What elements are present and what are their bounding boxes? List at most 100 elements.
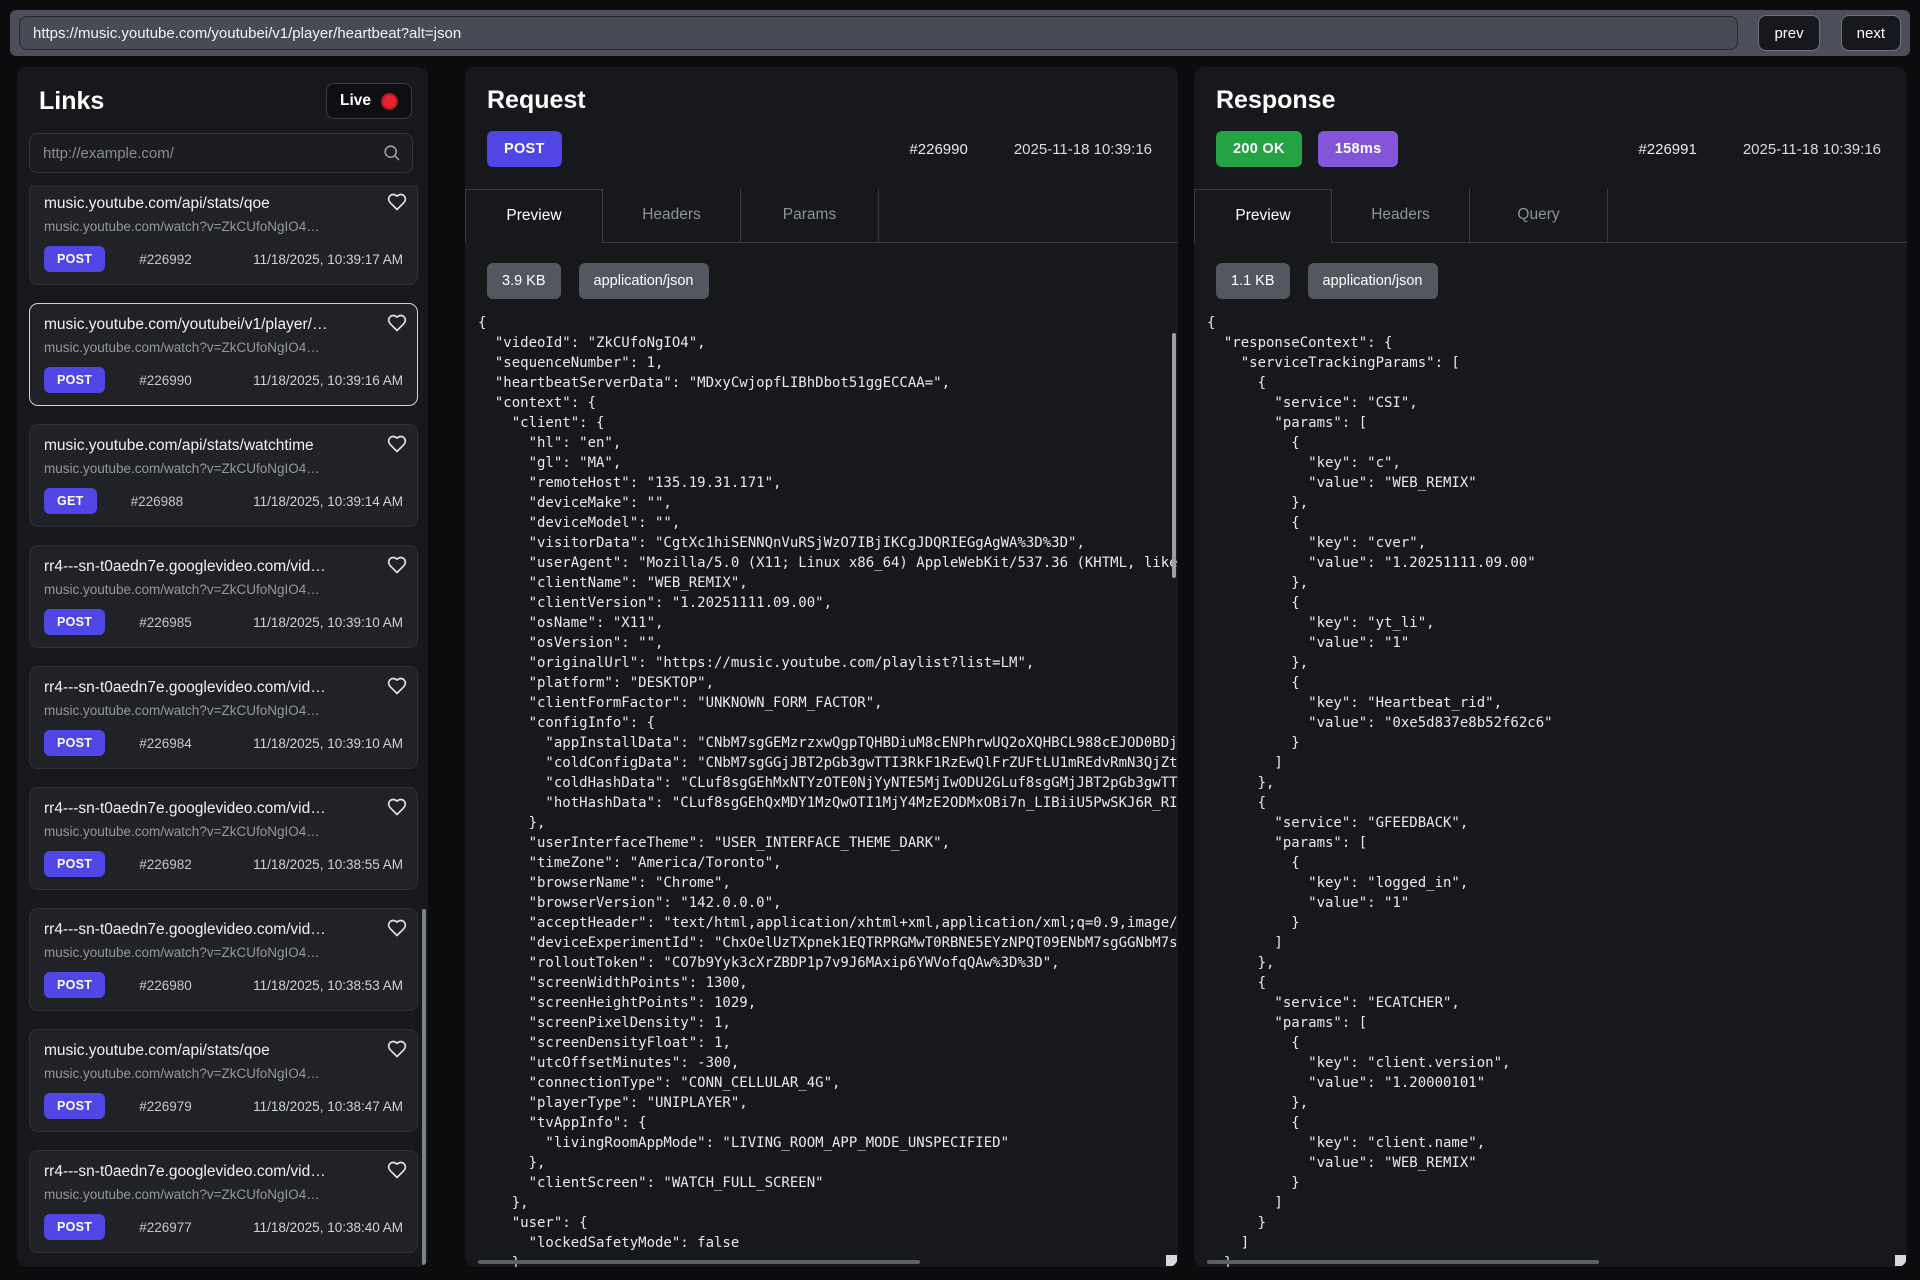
request-tabs: Preview Headers Params — [465, 189, 1178, 243]
method-badge: POST — [44, 609, 105, 635]
response-tab-query[interactable]: Query — [1470, 189, 1608, 242]
scrollbar-corner — [1166, 1255, 1177, 1266]
links-search-input[interactable] — [29, 133, 413, 173]
list-item-time: 11/18/2025, 10:39:10 AM — [253, 615, 405, 630]
heart-icon[interactable] — [387, 434, 407, 454]
request-content-type-badge: application/json — [579, 263, 709, 299]
list-item-id: #226984 — [139, 736, 192, 751]
list-item[interactable]: music.youtube.com/api/stats/qoe music.yo… — [29, 1029, 418, 1132]
list-item-selected[interactable]: music.youtube.com/youtubei/v1/player/… m… — [29, 303, 418, 406]
method-badge: POST — [44, 1214, 105, 1240]
list-item[interactable]: music.youtube.com/api/stats/watchtime mu… — [29, 424, 418, 527]
list-item-time: 11/18/2025, 10:38:40 AM — [253, 1220, 405, 1235]
method-badge: POST — [44, 851, 105, 877]
list-item-referrer: music.youtube.com/watch?v=ZkCUfoNgIO4… — [44, 944, 405, 961]
list-item[interactable]: rr4---sn-t0aedn7e.googlevideo.com/vid… m… — [29, 908, 418, 1011]
response-panel: Response 200 OK 158ms #226991 2025-11-18… — [1194, 67, 1907, 1267]
response-tab-headers[interactable]: Headers — [1332, 189, 1470, 242]
url-input[interactable] — [19, 16, 1738, 50]
heart-icon[interactable] — [387, 918, 407, 938]
response-duration-badge: 158ms — [1318, 131, 1399, 167]
request-body-json[interactable]: { "videoId": "ZkCUfoNgIO4", "sequenceNum… — [465, 309, 1178, 1267]
list-item-id: #226982 — [139, 857, 192, 872]
list-item-id: #226979 — [139, 1099, 192, 1114]
list-item-referrer: music.youtube.com/watch?v=ZkCUfoNgIO4… — [44, 581, 405, 598]
response-id: #226991 — [1638, 141, 1696, 158]
request-horizontal-scrollbar[interactable] — [478, 1260, 920, 1264]
list-item-referrer: music.youtube.com/watch?v=ZkCUfoNgIO4… — [44, 1065, 405, 1082]
response-content-type-badge: application/json — [1308, 263, 1438, 299]
links-panel: Links Live music.youtube.com/api/stats/q… — [17, 67, 428, 1267]
list-item-time: 11/18/2025, 10:38:53 AM — [253, 978, 405, 993]
list-item-referrer: music.youtube.com/watch?v=ZkCUfoNgIO4… — [44, 1186, 405, 1203]
heart-icon[interactable] — [387, 192, 407, 212]
method-badge: GET — [44, 488, 97, 514]
address-bar: prev next — [10, 10, 1910, 56]
response-horizontal-scrollbar[interactable] — [1207, 1260, 1599, 1264]
list-item-id: #226988 — [131, 494, 184, 509]
method-badge: POST — [44, 367, 105, 393]
list-item-referrer: music.youtube.com/watch?v=ZkCUfoNgIO4… — [44, 823, 405, 840]
list-item-id: #226990 — [139, 373, 192, 388]
list-item-url: rr4---sn-t0aedn7e.googlevideo.com/vid… — [44, 678, 405, 697]
list-item-url: rr4---sn-t0aedn7e.googlevideo.com/vid… — [44, 1162, 405, 1181]
method-badge: POST — [44, 1093, 105, 1119]
list-item-referrer: music.youtube.com/watch?v=ZkCUfoNgIO4… — [44, 460, 405, 477]
list-item-time: 11/18/2025, 10:39:10 AM — [253, 736, 405, 751]
list-item-referrer: music.youtube.com/watch?v=ZkCUfoNgIO4… — [44, 218, 405, 235]
main-content: Links Live music.youtube.com/api/stats/q… — [17, 67, 1907, 1267]
list-item-id: #226985 — [139, 615, 192, 630]
list-item[interactable]: rr4---sn-t0aedn7e.googlevideo.com/vid… m… — [29, 1150, 418, 1253]
request-size-badge: 3.9 KB — [487, 263, 561, 299]
list-item-url: rr4---sn-t0aedn7e.googlevideo.com/vid… — [44, 799, 405, 818]
list-item-id: #226980 — [139, 978, 192, 993]
response-tab-preview[interactable]: Preview — [1194, 189, 1332, 243]
request-timestamp: 2025-11-18 10:39:16 — [1014, 141, 1152, 158]
heart-icon[interactable] — [387, 1160, 407, 1180]
response-timestamp: 2025-11-18 10:39:16 — [1743, 141, 1881, 158]
links-list: music.youtube.com/api/stats/qoe music.yo… — [17, 185, 428, 1267]
links-list-scrollbar[interactable] — [422, 909, 426, 1265]
live-toggle[interactable]: Live — [326, 83, 412, 119]
request-id: #226990 — [909, 141, 967, 158]
list-item-url: music.youtube.com/api/stats/qoe — [44, 194, 405, 213]
heart-icon[interactable] — [387, 676, 407, 696]
response-tabs: Preview Headers Query — [1194, 189, 1907, 243]
prev-button[interactable]: prev — [1758, 15, 1819, 51]
list-item[interactable]: rr4---sn-t0aedn7e.googlevideo.com/vid… m… — [29, 545, 418, 648]
method-badge: POST — [44, 972, 105, 998]
heart-icon[interactable] — [387, 555, 407, 575]
scrollbar-corner — [1895, 1255, 1906, 1266]
list-item[interactable]: rr4---sn-t0aedn7e.googlevideo.com/vid… m… — [29, 787, 418, 890]
list-item[interactable]: music.youtube.com/api/stats/qoe music.yo… — [29, 185, 418, 285]
links-panel-title: Links — [39, 86, 104, 116]
list-item[interactable]: rr4---sn-t0aedn7e.googlevideo.com/vid… m… — [29, 666, 418, 769]
list-item-referrer: music.youtube.com/watch?v=ZkCUfoNgIO4… — [44, 702, 405, 719]
request-vertical-scrollbar[interactable] — [1172, 333, 1176, 578]
list-item-time: 11/18/2025, 10:39:17 AM — [253, 252, 405, 267]
list-item-url: rr4---sn-t0aedn7e.googlevideo.com/vid… — [44, 920, 405, 939]
list-item-url: music.youtube.com/api/stats/qoe — [44, 1041, 405, 1060]
live-indicator-dot — [381, 93, 398, 110]
response-size-badge: 1.1 KB — [1216, 263, 1290, 299]
request-tab-params[interactable]: Params — [741, 189, 879, 242]
method-badge: POST — [44, 246, 105, 272]
request-method-badge: POST — [487, 131, 562, 167]
search-icon — [382, 143, 401, 167]
list-item-url: rr4---sn-t0aedn7e.googlevideo.com/vid… — [44, 557, 405, 576]
heart-icon[interactable] — [387, 797, 407, 817]
response-panel-title: Response — [1216, 85, 1885, 115]
list-item-time: 11/18/2025, 10:38:47 AM — [253, 1099, 405, 1114]
request-tab-preview[interactable]: Preview — [465, 189, 603, 243]
request-tab-headers[interactable]: Headers — [603, 189, 741, 242]
heart-icon[interactable] — [387, 1039, 407, 1059]
list-item-time: 11/18/2025, 10:38:55 AM — [253, 857, 405, 872]
response-body-json[interactable]: { "responseContext": { "serviceTrackingP… — [1194, 309, 1907, 1267]
list-item-time: 11/18/2025, 10:39:14 AM — [253, 494, 405, 509]
heart-icon[interactable] — [387, 313, 407, 333]
response-status-badge: 200 OK — [1216, 131, 1302, 167]
list-item-url: music.youtube.com/youtubei/v1/player/… — [44, 315, 405, 334]
next-button[interactable]: next — [1841, 15, 1901, 51]
request-panel: Request POST #226990 2025-11-18 10:39:16… — [465, 67, 1178, 1267]
request-panel-title: Request — [487, 85, 1156, 115]
